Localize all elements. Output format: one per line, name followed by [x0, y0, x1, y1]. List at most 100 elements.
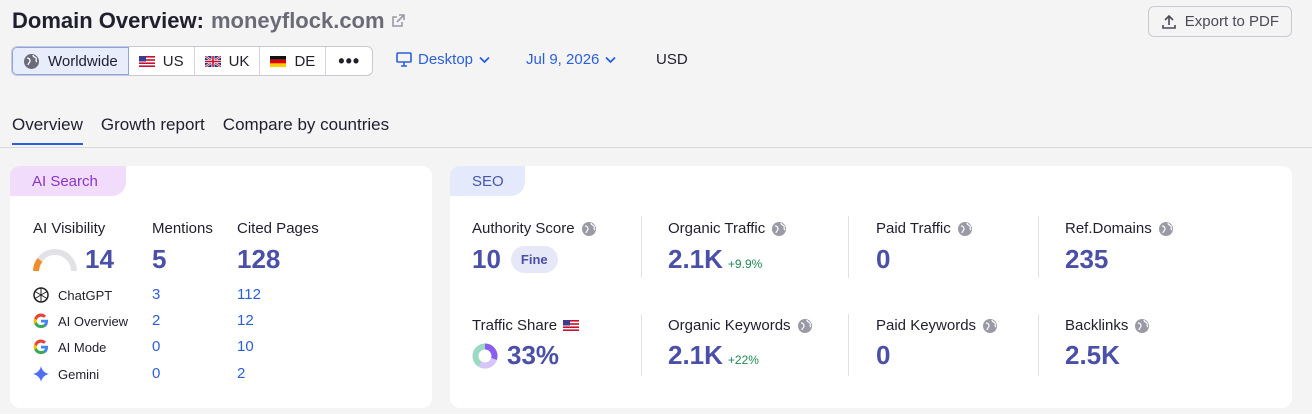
divider: [1038, 216, 1039, 278]
tab-overview[interactable]: Overview: [12, 115, 83, 145]
authority-score-number: 10: [472, 244, 501, 274]
desktop-icon: [396, 52, 412, 67]
organic-traffic-value[interactable]: 2.1K +9.9%: [668, 244, 762, 275]
organic-traffic-label: Organic Traffic: [668, 220, 787, 237]
de-flag-icon: [270, 55, 287, 67]
device-dropdown[interactable]: Desktop: [396, 51, 490, 68]
page-title: Domain Overview: moneyflock.com: [12, 8, 405, 34]
ai-search-tag: AI Search: [10, 166, 126, 196]
date-dropdown[interactable]: Jul 9, 2026: [526, 51, 617, 68]
paid-keywords-text: Paid Keywords: [876, 317, 977, 334]
export-pdf-label: Export to PDF: [1184, 13, 1279, 30]
backlinks-value[interactable]: 2.5K: [1065, 340, 1120, 371]
us-flag-icon: [138, 55, 155, 67]
ai-search-card: AI Search AI Visibility 14 Mentions 5 Ci…: [10, 166, 432, 408]
mentions-label: Mentions: [152, 220, 213, 237]
authority-score-text: Authority Score: [472, 220, 575, 237]
ai-visibility-label: AI Visibility: [33, 220, 106, 237]
db-de-label: DE: [294, 52, 316, 70]
authority-badge: Fine: [510, 246, 558, 273]
globe-icon: [797, 318, 812, 333]
traffic-share-value[interactable]: 33%: [472, 340, 559, 371]
tab-compare-by-countries[interactable]: Compare by countries: [223, 115, 389, 145]
ai-overview-mentions[interactable]: 2: [152, 312, 160, 329]
ref-domains-label: Ref.Domains: [1065, 220, 1174, 237]
globe-icon: [772, 221, 787, 236]
paid-keywords-value[interactable]: 0: [876, 340, 890, 371]
gemini-icon: [33, 366, 49, 382]
authority-score-label: Authority Score: [472, 220, 597, 237]
backlinks-label: Backlinks: [1065, 317, 1150, 334]
db-us-button[interactable]: US: [129, 47, 195, 75]
db-de-button[interactable]: DE: [260, 47, 327, 75]
organic-keywords-text: Organic Keywords: [668, 317, 791, 334]
organic-traffic-number: 2.1K: [668, 244, 723, 274]
ai-visibility-gauge: [33, 249, 77, 272]
db-more-button[interactable]: •••: [326, 47, 372, 75]
ai-row-ai-mode-label: AI Mode: [58, 339, 107, 355]
ai-mode-mentions[interactable]: 0: [152, 338, 160, 355]
ai-row-chatgpt-label: ChatGPT: [58, 287, 113, 303]
cited-pages-value[interactable]: 128: [237, 244, 280, 275]
organic-keywords-value[interactable]: 2.1K +22%: [668, 340, 759, 371]
organic-keywords-number: 2.1K: [668, 340, 723, 370]
chatgpt-cited[interactable]: 112: [237, 286, 261, 303]
google-icon: [33, 339, 48, 355]
report-tabs: Overview Growth report Compare by countr…: [12, 115, 389, 145]
globe-icon: [957, 221, 972, 236]
google-icon: [33, 313, 48, 329]
globe-icon: [983, 318, 998, 333]
ai-overview-cited[interactable]: 12: [237, 312, 254, 329]
db-uk-label: UK: [228, 52, 250, 70]
paid-traffic-value[interactable]: 0: [876, 244, 890, 275]
db-us-label: US: [162, 52, 184, 70]
paid-keywords-label: Paid Keywords: [876, 317, 998, 334]
globe-icon: [24, 53, 39, 69]
ai-visibility-value[interactable]: 14: [85, 244, 114, 275]
globe-icon: [1158, 221, 1173, 236]
external-link-icon[interactable]: [391, 14, 405, 28]
chevron-down-icon: [479, 56, 490, 63]
ai-row-ai-mode: AI Mode: [32, 338, 106, 356]
tabs-divider: [0, 147, 1312, 148]
ref-domains-value[interactable]: 235: [1065, 244, 1108, 275]
paid-traffic-label: Paid Traffic: [876, 220, 973, 237]
db-uk-button[interactable]: UK: [195, 47, 261, 75]
domain-name[interactable]: moneyflock.com: [211, 8, 385, 34]
traffic-share-donut: [472, 343, 498, 368]
export-pdf-button[interactable]: Export to PDF: [1147, 6, 1292, 37]
database-selector: Worldwide US UK DE •••: [11, 46, 374, 76]
gemini-mentions[interactable]: 0: [152, 365, 160, 382]
uk-flag-icon: [204, 55, 221, 67]
divider: [848, 216, 849, 278]
gemini-cited[interactable]: 2: [237, 365, 245, 382]
divider: [641, 314, 642, 376]
date-label: Jul 9, 2026: [526, 51, 600, 68]
globe-icon: [1135, 318, 1150, 333]
ref-domains-text: Ref.Domains: [1065, 220, 1152, 237]
organic-keywords-delta: +22%: [727, 353, 759, 367]
divider: [848, 314, 849, 376]
ai-row-gemini-label: Gemini: [58, 366, 100, 382]
seo-tag: SEO: [450, 166, 525, 196]
authority-score-value[interactable]: 10 Fine: [472, 244, 558, 275]
mentions-value[interactable]: 5: [152, 244, 166, 275]
chevron-down-icon: [605, 56, 617, 63]
seo-card: SEO Authority Score 10 Fine Organic Traf…: [450, 166, 1292, 408]
chatgpt-mentions[interactable]: 3: [152, 286, 160, 303]
tab-growth-report[interactable]: Growth report: [101, 115, 205, 145]
chatgpt-icon: [33, 287, 49, 303]
upload-icon: [1161, 14, 1176, 29]
ai-mode-cited[interactable]: 10: [237, 338, 254, 355]
paid-traffic-text: Paid Traffic: [876, 220, 951, 237]
device-label: Desktop: [418, 51, 474, 68]
traffic-share-number: 33%: [507, 340, 560, 370]
db-worldwide-button[interactable]: Worldwide: [12, 47, 129, 75]
backlinks-text: Backlinks: [1065, 317, 1129, 334]
db-worldwide-label: Worldwide: [48, 52, 118, 70]
ai-row-gemini: Gemini: [32, 365, 99, 383]
traffic-share-label: Traffic Share: [472, 317, 580, 334]
globe-icon: [581, 221, 596, 236]
cited-pages-label: Cited Pages: [237, 220, 319, 237]
organic-keywords-label: Organic Keywords: [668, 317, 813, 334]
